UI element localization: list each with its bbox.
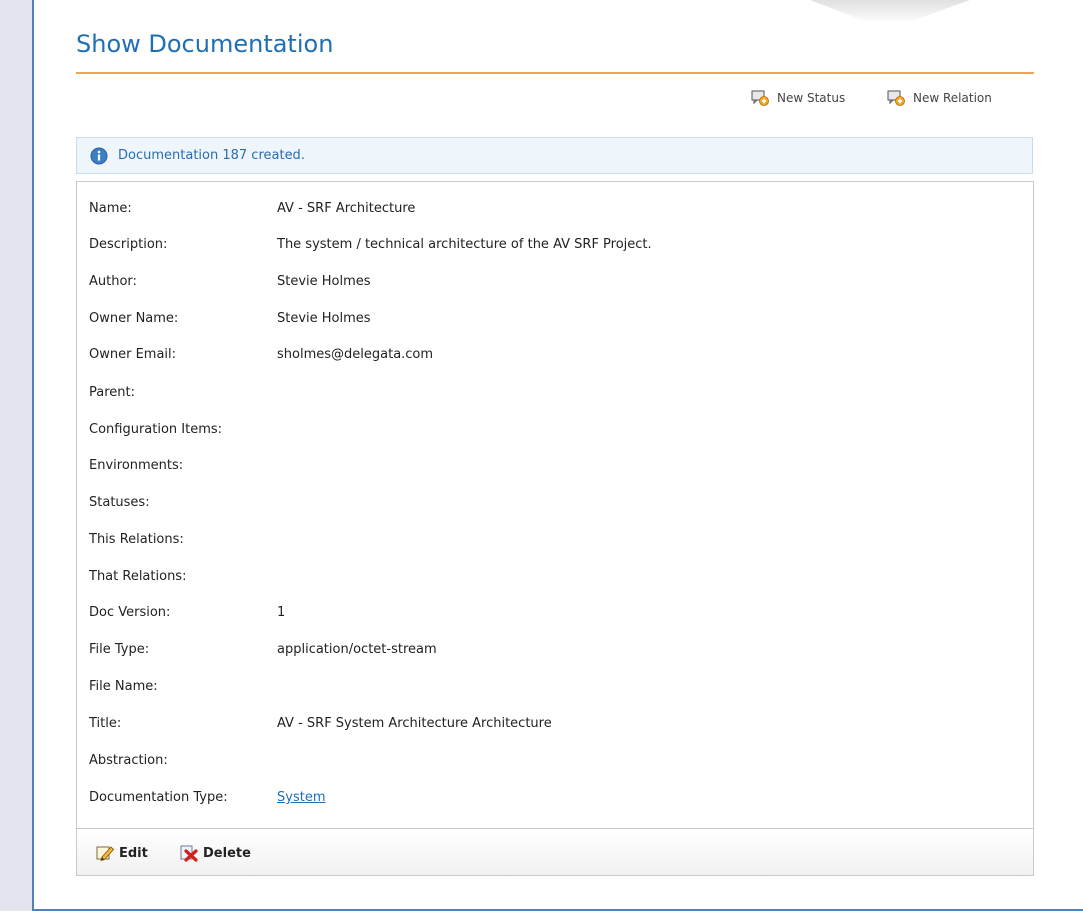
field-value: AV - SRF System Architecture Architectur… (277, 716, 552, 731)
field-value: 1 (277, 605, 286, 620)
field-label: That Relations: (89, 569, 187, 584)
field-label: Doc Version: (89, 605, 171, 620)
field-label: Parent: (89, 385, 135, 400)
field-label: File Type: (89, 642, 150, 657)
field-label: Title: (89, 716, 122, 731)
documentation-type-link[interactable]: System (277, 790, 325, 805)
field-value: sholmes@delegata.com (277, 347, 434, 362)
field-label: Configuration Items: (89, 422, 223, 437)
flash-notice: Documentation 187 created. (76, 137, 1033, 174)
notice-message: Documentation 187 created. (118, 148, 305, 163)
pencil-icon (96, 846, 115, 862)
comment-add-icon (887, 90, 905, 106)
page-corner-shadow (810, 0, 970, 22)
details-panel: Name: AV - SRF Architecture Description:… (76, 181, 1034, 876)
field-label: Author: (89, 274, 137, 289)
field-label: This Relations: (89, 532, 184, 547)
edit-label: Edit (119, 845, 148, 861)
delete-label: Delete (203, 845, 251, 861)
new-relation-link[interactable]: New Relation (887, 89, 992, 107)
title-divider (76, 72, 1034, 74)
field-value: Stevie Holmes (277, 274, 371, 289)
field-value: System (277, 788, 325, 808)
field-value: application/octet-stream (277, 642, 437, 657)
info-icon (90, 147, 108, 164)
field-value: Stevie Holmes (277, 311, 371, 326)
field-label: Description: (89, 237, 168, 252)
new-relation-label: New Relation (913, 91, 992, 105)
new-status-link[interactable]: New Status (751, 89, 845, 107)
field-value: The system / technical architecture of t… (277, 237, 652, 252)
new-status-label: New Status (777, 91, 846, 105)
frame-bottom-border (34, 909, 1083, 911)
edit-button[interactable]: Edit (95, 844, 148, 862)
field-label: Environments: (89, 458, 184, 473)
field-label: Owner Name: (89, 311, 179, 326)
field-label: Documentation Type: (89, 790, 228, 805)
red-x-icon (180, 845, 198, 862)
bottom-margin (0, 911, 1083, 915)
field-label: Abstraction: (89, 753, 168, 768)
comment-add-icon (751, 90, 769, 106)
field-label: File Name: (89, 679, 158, 694)
delete-button[interactable]: Delete (179, 844, 251, 862)
left-frame-bar (0, 0, 34, 915)
field-label: Name: (89, 201, 132, 216)
field-label: Owner Email: (89, 347, 177, 362)
field-value: AV - SRF Architecture (277, 201, 416, 216)
page-title: Show Documentation (76, 30, 334, 58)
field-label: Statuses: (89, 495, 150, 510)
record-toolbar: Edit Delete (77, 828, 1033, 875)
